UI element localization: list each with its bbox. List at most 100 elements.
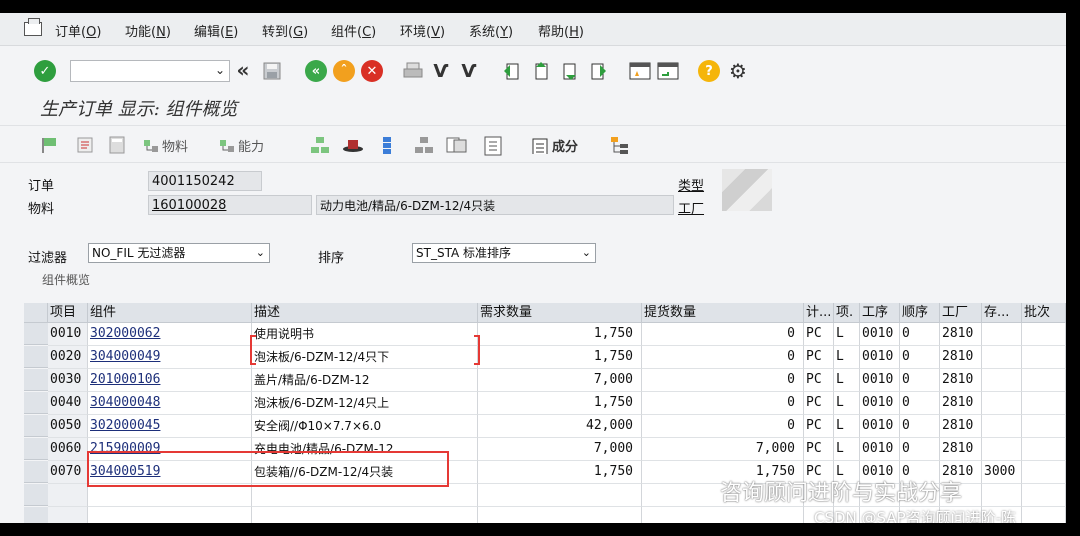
- flag-icon[interactable]: [40, 136, 58, 154]
- redacted-field: [722, 169, 772, 211]
- chevron-down-icon[interactable]: ⌄: [256, 244, 265, 262]
- column-header[interactable]: 批次: [1022, 303, 1066, 323]
- table-cell-plant: 2810: [940, 415, 982, 438]
- row-selector[interactable]: [24, 438, 48, 460]
- table-cell-item: 0010: [48, 323, 88, 346]
- column-header[interactable]: 存...: [982, 303, 1022, 323]
- row-selector[interactable]: [24, 507, 48, 523]
- find-icon[interactable]: Ѵ: [430, 59, 452, 83]
- table-cell-component[interactable]: 302000062: [88, 323, 252, 346]
- menu-item[interactable]: 系统(Y): [469, 21, 513, 40]
- table-cell-cat: L: [834, 346, 860, 369]
- column-header[interactable]: 项目: [48, 303, 88, 323]
- create-session-icon[interactable]: [628, 60, 652, 82]
- column-header[interactable]: 组件: [88, 303, 252, 323]
- save-icon[interactable]: [262, 61, 282, 81]
- column-header[interactable]: 提货数量: [642, 303, 804, 323]
- sort-label: 排序: [318, 251, 345, 266]
- table-cell-unit: PC: [804, 415, 834, 438]
- table-cell-component[interactable]: 201000106: [88, 369, 252, 392]
- copy-icon[interactable]: [446, 136, 468, 154]
- confirm-icon[interactable]: ✓: [34, 60, 56, 82]
- document-icon[interactable]: [484, 136, 504, 156]
- row-selector[interactable]: [24, 323, 48, 345]
- menu-item[interactable]: 编辑(E): [194, 21, 238, 40]
- capacity-button[interactable]: 能力: [218, 136, 264, 155]
- cost-button[interactable]: 成分: [532, 136, 578, 155]
- table-cell-picked: 0: [642, 346, 804, 369]
- help-icon[interactable]: ?: [698, 60, 720, 82]
- row-selector[interactable]: [24, 415, 48, 437]
- material-button[interactable]: 物料: [142, 136, 188, 155]
- column-header[interactable]: 项.: [834, 303, 860, 323]
- table-corner[interactable]: [24, 303, 48, 323]
- menu-item[interactable]: 环境(V): [400, 21, 445, 40]
- print-icon[interactable]: [402, 60, 424, 82]
- details-icon[interactable]: [76, 136, 94, 154]
- row-selector[interactable]: [24, 346, 48, 368]
- next-page-icon[interactable]: [560, 60, 582, 82]
- table-cell-unit: PC: [804, 346, 834, 369]
- first-page-icon[interactable]: [500, 60, 522, 82]
- filter-select[interactable]: NO_FIL 无过滤器 ⌄: [88, 243, 270, 263]
- find-next-icon[interactable]: Ѵ: [458, 59, 480, 83]
- column-header[interactable]: 需求数量: [478, 303, 642, 323]
- material-field[interactable]: 160100028: [148, 195, 312, 215]
- stack-icon[interactable]: [380, 136, 394, 156]
- table-cell-item: 0050: [48, 415, 88, 438]
- calculator-icon[interactable]: [108, 136, 126, 154]
- structure-icon[interactable]: [610, 136, 630, 156]
- empty-cell: [88, 507, 252, 523]
- table-cell-req: 1,750: [478, 461, 642, 484]
- table-cell-component[interactable]: 304000048: [88, 392, 252, 415]
- double-left-icon[interactable]: «: [232, 58, 254, 82]
- menu-item[interactable]: 帮助(H): [538, 21, 584, 40]
- empty-cell: [478, 507, 642, 523]
- menu-item[interactable]: 转到(G): [262, 21, 308, 40]
- column-header[interactable]: 顺序: [900, 303, 940, 323]
- empty-cell: [48, 484, 88, 507]
- table-cell-component[interactable]: 304000049: [88, 346, 252, 369]
- back-icon[interactable]: «: [305, 60, 327, 82]
- table-cell-unit: PC: [804, 392, 834, 415]
- cancel-icon[interactable]: ✕: [361, 60, 383, 82]
- row-selector[interactable]: [24, 484, 48, 506]
- exit-icon[interactable]: ˆ: [333, 60, 355, 82]
- column-header[interactable]: 描述: [252, 303, 478, 323]
- menu-item[interactable]: 功能(N): [125, 21, 171, 40]
- hat-icon[interactable]: [342, 136, 364, 154]
- column-header[interactable]: 工序: [860, 303, 900, 323]
- gear-icon[interactable]: ⚙: [726, 59, 750, 83]
- column-header[interactable]: 工厂: [940, 303, 982, 323]
- row-selector[interactable]: [24, 369, 48, 391]
- column-header[interactable]: 计...: [804, 303, 834, 323]
- filter-label: 过滤器: [28, 251, 68, 266]
- table-cell-item: 0070: [48, 461, 88, 484]
- hierarchy-icon[interactable]: [310, 136, 330, 154]
- table-cell-component[interactable]: 302000045: [88, 415, 252, 438]
- row-selector[interactable]: [24, 392, 48, 414]
- sort-select[interactable]: ST_STA 标准排序 ⌄: [412, 243, 596, 263]
- table-cell-batch: [1022, 438, 1066, 461]
- shortcut-icon[interactable]: [656, 60, 680, 82]
- row-selector[interactable]: [24, 461, 48, 483]
- table-cell-batch: [1022, 323, 1066, 346]
- table-cell-desc: 泡沫板/6-DZM-12/4只上: [252, 392, 478, 415]
- command-field[interactable]: ⌄: [70, 60, 230, 82]
- table-cell-op: 0010: [860, 346, 900, 369]
- table-cell-desc: 盖片/精品/6-DZM-12: [252, 369, 478, 392]
- menu-item[interactable]: 组件(C): [331, 21, 376, 40]
- tree-icon[interactable]: [414, 136, 434, 154]
- table-cell-picked: 0: [642, 323, 804, 346]
- table-cell-cat: L: [834, 415, 860, 438]
- chevron-down-icon[interactable]: ⌄: [215, 63, 225, 77]
- chevron-down-icon[interactable]: ⌄: [582, 244, 591, 262]
- window-menu-icon[interactable]: [24, 18, 42, 36]
- material-icon: [144, 139, 158, 152]
- previous-page-icon[interactable]: [530, 60, 552, 82]
- last-page-icon[interactable]: [588, 60, 610, 82]
- table-cell-sloc: [982, 369, 1022, 392]
- sap-window: 订单(O) 功能(N) 编辑(E) 转到(G) 组件(C) 环境(V) 系统(Y) 帮助(H)…: [0, 13, 1066, 523]
- menu-item[interactable]: 订单(O): [55, 21, 101, 40]
- order-field[interactable]: 4001150242: [148, 171, 262, 191]
